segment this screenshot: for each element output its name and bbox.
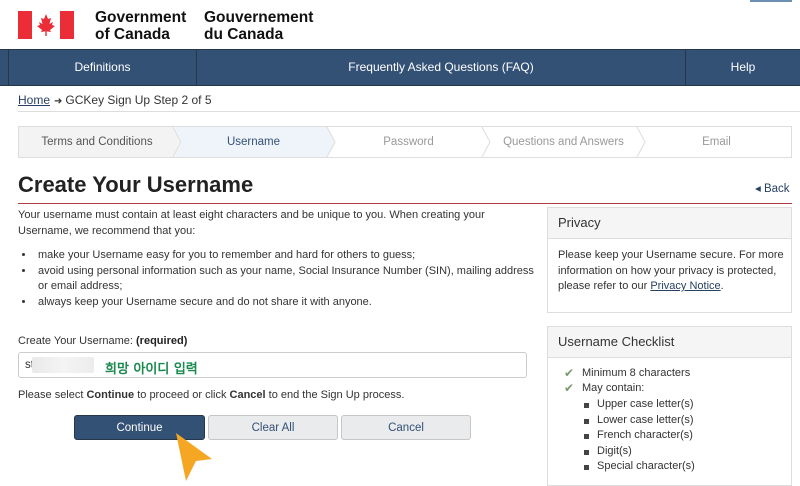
breadcrumb-home-link[interactable]: Home [18, 93, 50, 107]
proceed-mid: to proceed or click [134, 389, 230, 401]
step-terms-and-conditions: Terms and Conditions [41, 136, 153, 148]
top-edge-line [750, 0, 792, 2]
privacy-panel: Privacy Please keep your Username secure… [547, 207, 792, 313]
nav-help[interactable]: Help [686, 50, 800, 85]
wordmark-fr-line1: Gouvernement [204, 9, 314, 26]
proceed-post: to end the Sign Up process. [265, 389, 405, 401]
page-title: Create Your Username [18, 172, 254, 197]
canada-flag-icon [18, 11, 74, 39]
privacy-panel-body: Please keep your Username secure. For mo… [558, 248, 786, 295]
back-arrow-icon: ◂ [755, 183, 764, 195]
korean-hint-annotation: 희망 아이디 입력 [105, 362, 198, 377]
username-field-label: Create Your Username: (required) [18, 335, 187, 347]
proceed-instructions: Please select Continue to proceed or cli… [18, 389, 404, 401]
step-password: Password [383, 136, 434, 148]
main-nav-bar: Definitions Frequently Asked Questions (… [0, 49, 800, 86]
step-username: Username [226, 136, 281, 148]
blurred-username-mask [32, 357, 94, 373]
step-questions-and-answers: Questions and Answers [503, 136, 624, 148]
checklist-panel-title: Username Checklist [548, 327, 791, 358]
proceed-pre: Please select [18, 389, 87, 401]
required-marker: (required) [136, 335, 188, 347]
field-label-text: Create Your Username: [18, 335, 133, 347]
checkmark-icon: ✔ [564, 381, 575, 395]
nav-definitions[interactable]: Definitions [8, 50, 197, 85]
wordmark-en-line2: of Canada [95, 26, 170, 43]
list-item: always keep your Username secure and do … [35, 295, 540, 311]
list-item: make your Username easy for you to remem… [35, 248, 540, 264]
breadcrumb-divider [18, 111, 800, 112]
recommendation-list: make your Username easy for you to remem… [20, 248, 540, 310]
checklist-subitem: French character(s) [597, 429, 693, 441]
privacy-panel-title: Privacy [548, 208, 791, 239]
wordmark-english: Government of Canada [95, 9, 186, 43]
privacy-body-end: . [720, 280, 724, 292]
pointer-arrow-icon [176, 433, 212, 481]
proceed-continue-word: Continue [86, 389, 135, 401]
clear-all-button[interactable]: Clear All [208, 415, 338, 440]
back-link[interactable]: ◂ Back [755, 181, 790, 195]
breadcrumb-arrow-icon: ➜ [54, 96, 63, 107]
square-bullet-icon [584, 434, 589, 439]
proceed-cancel-word: Cancel [229, 389, 266, 401]
breadcrumb: Home ➜ GCKey Sign Up Step 2 of 5 [18, 93, 212, 107]
checkmark-icon: ✔ [564, 366, 575, 380]
step-email: Email [702, 136, 731, 148]
back-label: Back [763, 183, 790, 195]
username-checklist-panel: Username Checklist ✔ Minimum 8 character… [547, 326, 792, 486]
cancel-button[interactable]: Cancel [341, 415, 471, 440]
checklist-subitem: Lower case letter(s) [597, 414, 694, 426]
signup-progress-steps: Terms and Conditions Username Password Q… [18, 126, 792, 158]
square-bullet-icon [584, 403, 589, 408]
square-bullet-icon [584, 450, 589, 455]
square-bullet-icon [584, 419, 589, 424]
breadcrumb-current: GCKey Sign Up Step 2 of 5 [65, 93, 212, 107]
wordmark-en-line1: Government [95, 9, 187, 26]
checklist-item: May contain: [582, 382, 645, 394]
checklist-subitem: Upper case letter(s) [597, 398, 694, 410]
username-input[interactable] [18, 352, 527, 378]
wordmark-french: Gouvernement du Canada [204, 9, 313, 43]
checklist-item: Minimum 8 characters [582, 367, 691, 379]
checklist-subitem: Digit(s) [597, 445, 632, 457]
list-item: avoid using personal information such as… [35, 264, 540, 295]
title-underline [18, 203, 792, 204]
intro-text: Your username must contain at least eigh… [18, 209, 485, 237]
nav-faq[interactable]: Frequently Asked Questions (FAQ) [197, 50, 686, 85]
privacy-notice-link[interactable]: Privacy Notice [650, 280, 720, 292]
wordmark-fr-line2: du Canada [204, 26, 284, 43]
checklist-subitem: Special character(s) [597, 460, 695, 472]
square-bullet-icon [584, 465, 589, 470]
